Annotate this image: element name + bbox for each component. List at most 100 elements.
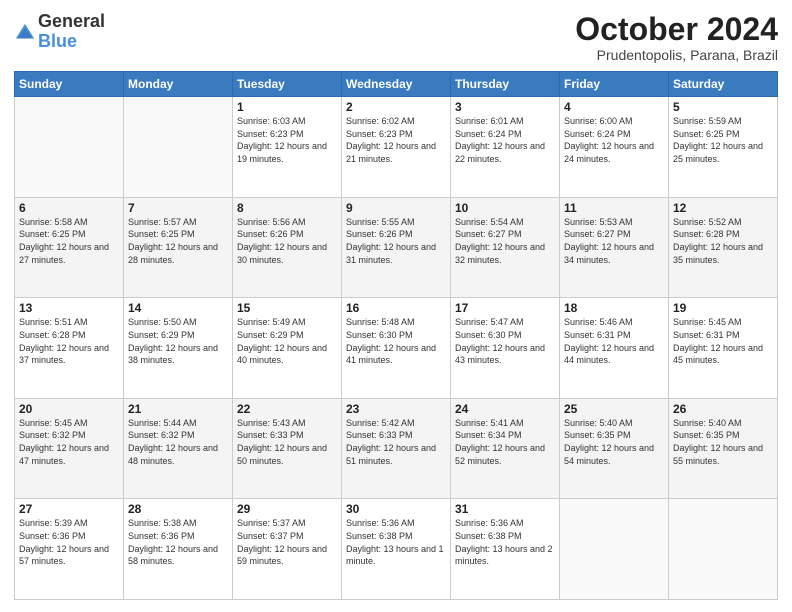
logo-icon xyxy=(14,22,36,44)
day-info: Sunrise: 5:57 AMSunset: 6:25 PMDaylight:… xyxy=(128,216,228,266)
day-number: 3 xyxy=(455,100,555,114)
logo-text: General Blue xyxy=(38,12,105,52)
calendar-cell: 28Sunrise: 5:38 AMSunset: 6:36 PMDayligh… xyxy=(124,499,233,600)
day-info: Sunrise: 5:38 AMSunset: 6:36 PMDaylight:… xyxy=(128,517,228,567)
day-number: 20 xyxy=(19,402,119,416)
calendar-cell: 6Sunrise: 5:58 AMSunset: 6:25 PMDaylight… xyxy=(15,197,124,298)
calendar-cell: 14Sunrise: 5:50 AMSunset: 6:29 PMDayligh… xyxy=(124,298,233,399)
day-info: Sunrise: 5:40 AMSunset: 6:35 PMDaylight:… xyxy=(564,417,664,467)
day-number: 5 xyxy=(673,100,773,114)
calendar-cell: 17Sunrise: 5:47 AMSunset: 6:30 PMDayligh… xyxy=(451,298,560,399)
week-row-1: 1Sunrise: 6:03 AMSunset: 6:23 PMDaylight… xyxy=(15,97,778,198)
day-info: Sunrise: 5:53 AMSunset: 6:27 PMDaylight:… xyxy=(564,216,664,266)
day-info: Sunrise: 5:49 AMSunset: 6:29 PMDaylight:… xyxy=(237,316,337,366)
day-number: 11 xyxy=(564,201,664,215)
day-info: Sunrise: 5:54 AMSunset: 6:27 PMDaylight:… xyxy=(455,216,555,266)
day-info: Sunrise: 5:46 AMSunset: 6:31 PMDaylight:… xyxy=(564,316,664,366)
header-day-saturday: Saturday xyxy=(669,72,778,97)
day-number: 7 xyxy=(128,201,228,215)
day-info: Sunrise: 5:39 AMSunset: 6:36 PMDaylight:… xyxy=(19,517,119,567)
calendar-cell: 11Sunrise: 5:53 AMSunset: 6:27 PMDayligh… xyxy=(560,197,669,298)
day-info: Sunrise: 5:59 AMSunset: 6:25 PMDaylight:… xyxy=(673,115,773,165)
calendar-cell: 9Sunrise: 5:55 AMSunset: 6:26 PMDaylight… xyxy=(342,197,451,298)
day-info: Sunrise: 5:50 AMSunset: 6:29 PMDaylight:… xyxy=(128,316,228,366)
calendar-cell: 22Sunrise: 5:43 AMSunset: 6:33 PMDayligh… xyxy=(233,398,342,499)
day-number: 8 xyxy=(237,201,337,215)
day-info: Sunrise: 5:44 AMSunset: 6:32 PMDaylight:… xyxy=(128,417,228,467)
calendar-cell: 31Sunrise: 5:36 AMSunset: 6:38 PMDayligh… xyxy=(451,499,560,600)
calendar-header-row: SundayMondayTuesdayWednesdayThursdayFrid… xyxy=(15,72,778,97)
calendar-cell xyxy=(15,97,124,198)
day-info: Sunrise: 5:45 AMSunset: 6:31 PMDaylight:… xyxy=(673,316,773,366)
location: Prudentopolis, Parana, Brazil xyxy=(575,47,778,63)
day-info: Sunrise: 5:55 AMSunset: 6:26 PMDaylight:… xyxy=(346,216,446,266)
day-info: Sunrise: 5:52 AMSunset: 6:28 PMDaylight:… xyxy=(673,216,773,266)
week-row-5: 27Sunrise: 5:39 AMSunset: 6:36 PMDayligh… xyxy=(15,499,778,600)
day-number: 18 xyxy=(564,301,664,315)
calendar-cell: 23Sunrise: 5:42 AMSunset: 6:33 PMDayligh… xyxy=(342,398,451,499)
header-day-tuesday: Tuesday xyxy=(233,72,342,97)
day-info: Sunrise: 5:36 AMSunset: 6:38 PMDaylight:… xyxy=(346,517,446,567)
calendar-cell: 5Sunrise: 5:59 AMSunset: 6:25 PMDaylight… xyxy=(669,97,778,198)
day-info: Sunrise: 6:00 AMSunset: 6:24 PMDaylight:… xyxy=(564,115,664,165)
calendar-cell: 20Sunrise: 5:45 AMSunset: 6:32 PMDayligh… xyxy=(15,398,124,499)
calendar-cell: 24Sunrise: 5:41 AMSunset: 6:34 PMDayligh… xyxy=(451,398,560,499)
day-number: 30 xyxy=(346,502,446,516)
day-number: 31 xyxy=(455,502,555,516)
day-number: 27 xyxy=(19,502,119,516)
header-day-wednesday: Wednesday xyxy=(342,72,451,97)
day-number: 29 xyxy=(237,502,337,516)
calendar-cell xyxy=(124,97,233,198)
day-info: Sunrise: 5:43 AMSunset: 6:33 PMDaylight:… xyxy=(237,417,337,467)
header-day-thursday: Thursday xyxy=(451,72,560,97)
day-info: Sunrise: 5:47 AMSunset: 6:30 PMDaylight:… xyxy=(455,316,555,366)
day-number: 1 xyxy=(237,100,337,114)
logo: General Blue xyxy=(14,12,105,52)
day-number: 28 xyxy=(128,502,228,516)
header-day-monday: Monday xyxy=(124,72,233,97)
page: General Blue October 2024 Prudentopolis,… xyxy=(0,0,792,612)
day-number: 15 xyxy=(237,301,337,315)
day-number: 26 xyxy=(673,402,773,416)
day-info: Sunrise: 5:58 AMSunset: 6:25 PMDaylight:… xyxy=(19,216,119,266)
day-info: Sunrise: 5:37 AMSunset: 6:37 PMDaylight:… xyxy=(237,517,337,567)
month-year: October 2024 xyxy=(575,12,778,47)
calendar-cell: 29Sunrise: 5:37 AMSunset: 6:37 PMDayligh… xyxy=(233,499,342,600)
logo-blue-label: Blue xyxy=(38,32,105,52)
calendar-cell: 4Sunrise: 6:00 AMSunset: 6:24 PMDaylight… xyxy=(560,97,669,198)
day-info: Sunrise: 5:36 AMSunset: 6:38 PMDaylight:… xyxy=(455,517,555,567)
header: General Blue October 2024 Prudentopolis,… xyxy=(14,12,778,63)
day-info: Sunrise: 6:02 AMSunset: 6:23 PMDaylight:… xyxy=(346,115,446,165)
calendar-cell: 18Sunrise: 5:46 AMSunset: 6:31 PMDayligh… xyxy=(560,298,669,399)
calendar-cell: 1Sunrise: 6:03 AMSunset: 6:23 PMDaylight… xyxy=(233,97,342,198)
day-number: 2 xyxy=(346,100,446,114)
day-number: 19 xyxy=(673,301,773,315)
day-number: 22 xyxy=(237,402,337,416)
day-number: 17 xyxy=(455,301,555,315)
calendar-cell: 3Sunrise: 6:01 AMSunset: 6:24 PMDaylight… xyxy=(451,97,560,198)
day-info: Sunrise: 6:01 AMSunset: 6:24 PMDaylight:… xyxy=(455,115,555,165)
calendar-cell: 15Sunrise: 5:49 AMSunset: 6:29 PMDayligh… xyxy=(233,298,342,399)
calendar-cell: 7Sunrise: 5:57 AMSunset: 6:25 PMDaylight… xyxy=(124,197,233,298)
calendar-cell: 19Sunrise: 5:45 AMSunset: 6:31 PMDayligh… xyxy=(669,298,778,399)
day-info: Sunrise: 5:42 AMSunset: 6:33 PMDaylight:… xyxy=(346,417,446,467)
calendar-cell: 16Sunrise: 5:48 AMSunset: 6:30 PMDayligh… xyxy=(342,298,451,399)
day-number: 4 xyxy=(564,100,664,114)
calendar-cell: 8Sunrise: 5:56 AMSunset: 6:26 PMDaylight… xyxy=(233,197,342,298)
calendar-cell xyxy=(669,499,778,600)
day-info: Sunrise: 5:56 AMSunset: 6:26 PMDaylight:… xyxy=(237,216,337,266)
day-number: 21 xyxy=(128,402,228,416)
week-row-2: 6Sunrise: 5:58 AMSunset: 6:25 PMDaylight… xyxy=(15,197,778,298)
calendar-cell xyxy=(560,499,669,600)
day-info: Sunrise: 5:41 AMSunset: 6:34 PMDaylight:… xyxy=(455,417,555,467)
day-number: 25 xyxy=(564,402,664,416)
day-info: Sunrise: 5:48 AMSunset: 6:30 PMDaylight:… xyxy=(346,316,446,366)
calendar-cell: 25Sunrise: 5:40 AMSunset: 6:35 PMDayligh… xyxy=(560,398,669,499)
day-number: 6 xyxy=(19,201,119,215)
title-block: October 2024 Prudentopolis, Parana, Braz… xyxy=(575,12,778,63)
day-info: Sunrise: 5:51 AMSunset: 6:28 PMDaylight:… xyxy=(19,316,119,366)
day-info: Sunrise: 6:03 AMSunset: 6:23 PMDaylight:… xyxy=(237,115,337,165)
day-number: 12 xyxy=(673,201,773,215)
calendar-cell: 26Sunrise: 5:40 AMSunset: 6:35 PMDayligh… xyxy=(669,398,778,499)
day-info: Sunrise: 5:40 AMSunset: 6:35 PMDaylight:… xyxy=(673,417,773,467)
